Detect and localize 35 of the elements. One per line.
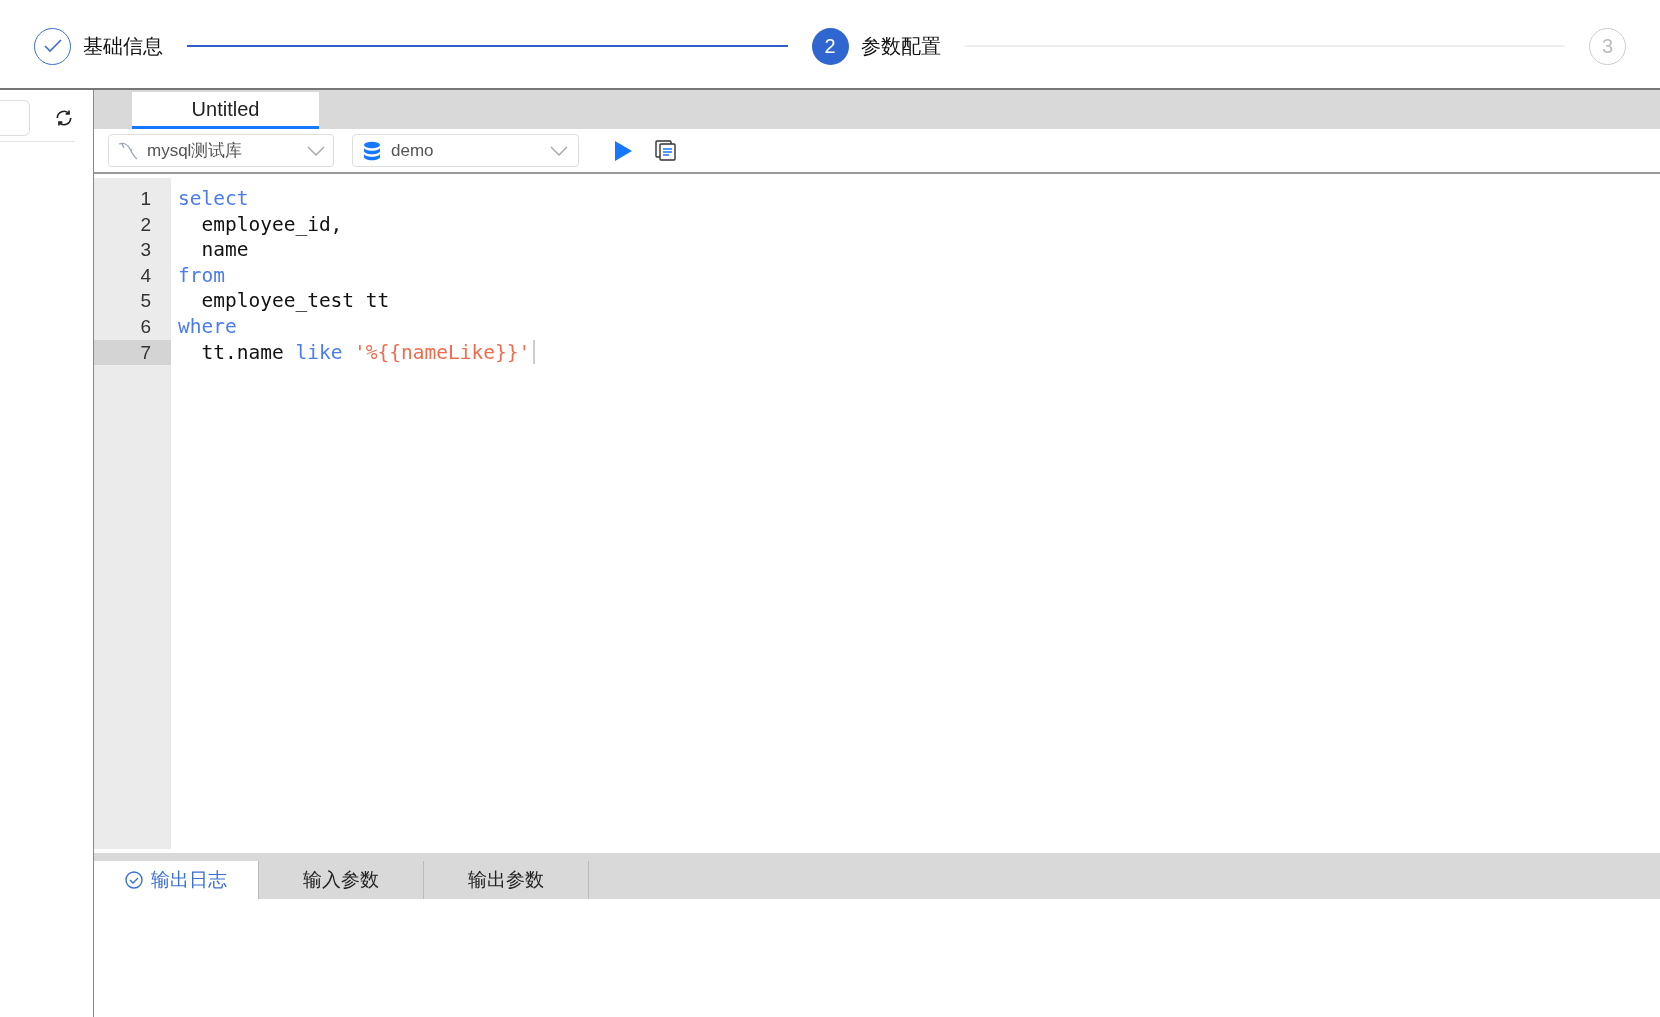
chevron-down-icon <box>550 145 568 156</box>
code-line: where <box>178 313 237 340</box>
step-title: 参数配置 <box>860 34 941 59</box>
step-indicator: 2 <box>811 27 849 65</box>
step-title: 基础信息 <box>83 34 163 59</box>
result-tab[interactable]: 输入参数 <box>259 861 424 899</box>
search-field[interactable] <box>0 99 30 136</box>
line-number: 3 <box>139 238 152 263</box>
check-icon <box>43 39 62 53</box>
line-number: 4 <box>139 263 152 288</box>
result-tab[interactable]: 输出参数 <box>424 861 589 899</box>
datasource-select[interactable]: mysql测试库 <box>108 134 334 167</box>
refresh-icon[interactable] <box>54 107 74 128</box>
code-line: select <box>178 186 249 212</box>
line-number: 7 <box>94 339 171 366</box>
result-tab[interactable]: 输出日志 <box>94 861 259 899</box>
code-line: tt.name like '%{{nameLike}}' <box>200 339 531 366</box>
format-icon[interactable] <box>655 139 677 162</box>
database-label: demo <box>391 139 435 162</box>
code-line: employee_id, <box>200 211 343 238</box>
database-select[interactable]: demo <box>352 134 579 167</box>
code-line: from <box>178 262 225 289</box>
check-circle-icon <box>125 871 143 889</box>
line-number: 2 <box>139 212 152 237</box>
run-icon[interactable] <box>613 139 633 162</box>
line-number: 5 <box>139 289 152 314</box>
dolphin-icon <box>117 140 139 161</box>
datasource-label: mysql测试库 <box>147 139 244 162</box>
line-number: 1 <box>139 187 152 211</box>
chevron-down-icon <box>307 145 325 156</box>
code-line: name <box>200 237 249 263</box>
editor-tab[interactable]: Untitled <box>132 92 319 129</box>
database-icon <box>363 140 381 161</box>
line-number: 6 <box>139 314 152 339</box>
code-line: employee_test tt <box>200 288 390 314</box>
